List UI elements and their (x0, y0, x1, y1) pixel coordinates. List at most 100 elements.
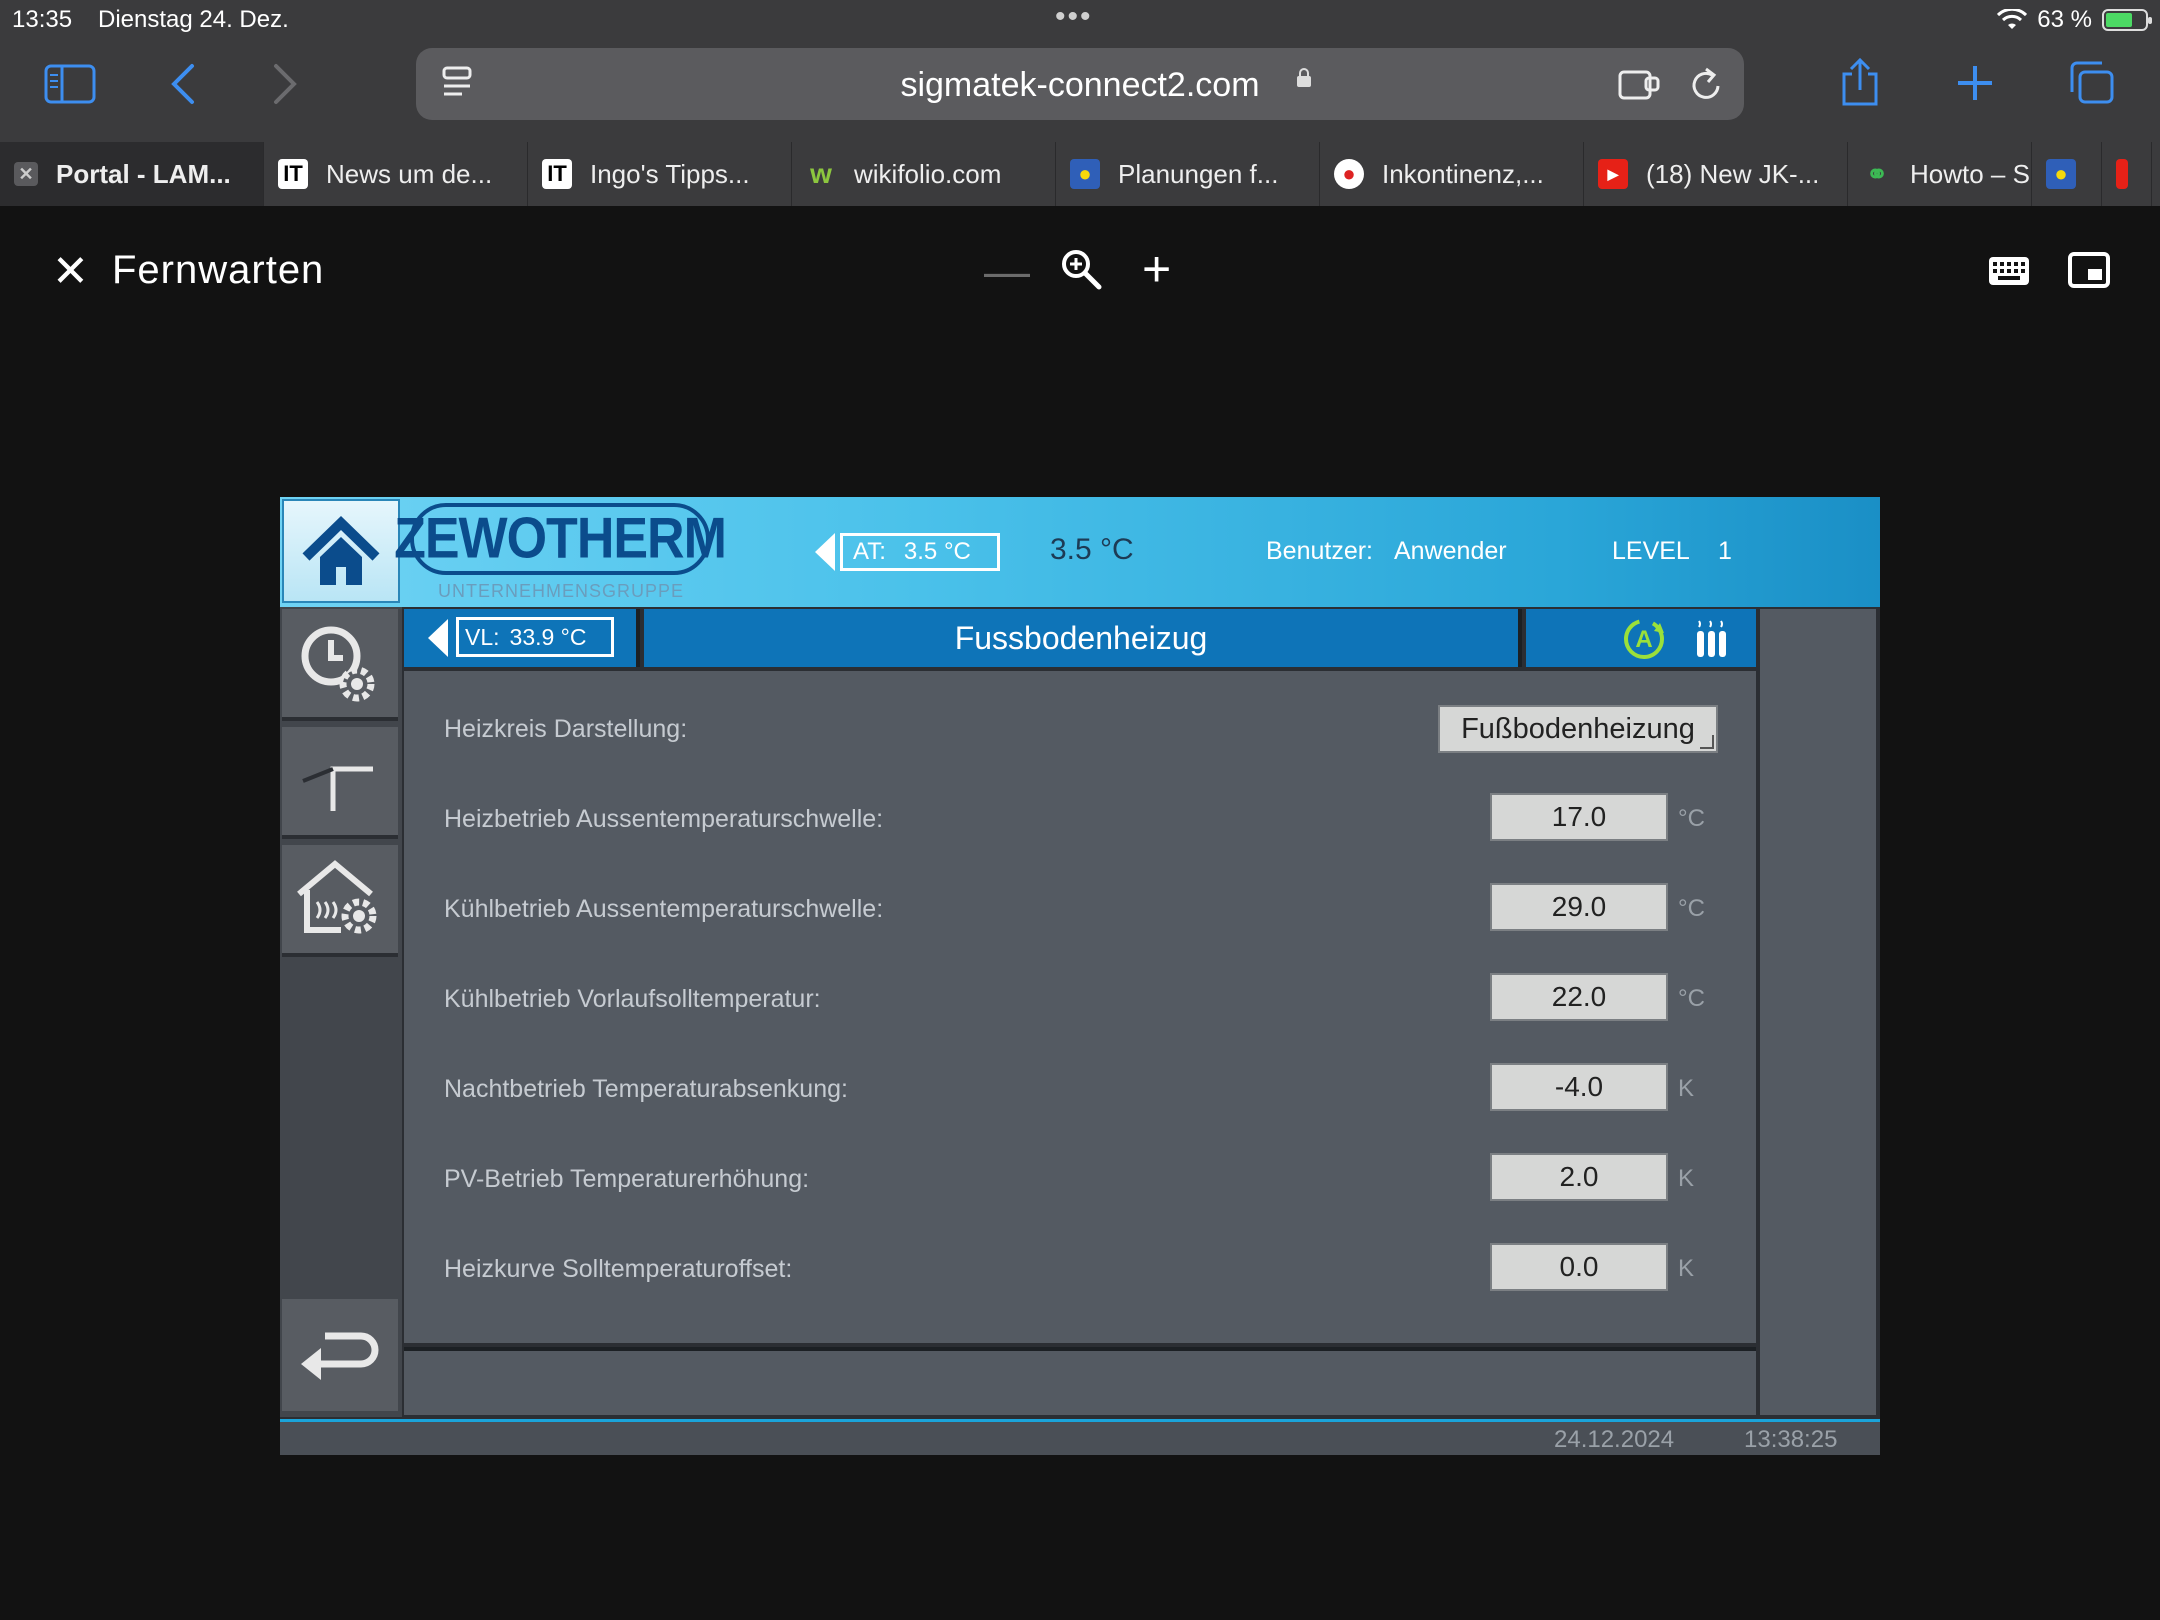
at-label: AT: (853, 538, 886, 565)
tab-ingos-tipps[interactable]: IT Ingo's Tipps... (528, 142, 792, 206)
setting-value-input[interactable]: 17.0 (1490, 793, 1668, 841)
status-bar: 13:35 Dienstag 24. Dez. ••• 63 % (0, 0, 2160, 40)
tab-label: Planungen f... (1118, 158, 1279, 189)
setting-value-input[interactable]: 22.0 (1490, 973, 1668, 1021)
youtube-favicon-icon (2116, 159, 2128, 189)
new-tab-icon[interactable] (1956, 64, 1994, 102)
tab-more-1[interactable]: ● (2032, 142, 2102, 206)
vl-arrow-icon (428, 619, 448, 657)
clock-gear-icon (301, 626, 375, 702)
at-value: 3.5 °C (903, 538, 971, 565)
level-label: LEVEL (1612, 537, 1690, 565)
setting-value-input[interactable]: 29.0 (1490, 883, 1668, 931)
setting-unit: °C (1678, 985, 1705, 1012)
outside-temp-value: 3.5 °C (1050, 533, 1134, 566)
tab-portal[interactable]: ✕ Portal - LAM... (0, 142, 264, 206)
setting-value-input[interactable]: 0.0 (1490, 1243, 1668, 1291)
back-button[interactable] (282, 1299, 398, 1411)
tab-label: Ingo's Tipps... (590, 158, 750, 189)
setting-unit: °C (1678, 895, 1705, 922)
tab-wikifolio[interactable]: w wikifolio.com (792, 142, 1056, 206)
heating-curve-icon (302, 766, 373, 811)
flow-temp-segment: VL: 33.9 °C (404, 609, 640, 667)
house-settings-button[interactable] (282, 845, 398, 957)
right-column (1760, 609, 1876, 1415)
home-icon (302, 516, 380, 585)
user-name[interactable]: Anwender (1394, 537, 1507, 566)
forward-icon[interactable] (272, 62, 300, 106)
heizkreis-value: Fußbodenheizung (1461, 712, 1695, 745)
level-value[interactable]: 1 (1718, 537, 1732, 566)
tab-label: Inkontinenz,... (1382, 158, 1544, 189)
close-icon[interactable]: ✕ (52, 246, 89, 297)
reload-icon[interactable] (1688, 66, 1724, 104)
tab-planungen[interactable]: ● Planungen f... (1056, 142, 1320, 206)
content-footer (404, 1347, 1756, 1415)
picture-in-picture-icon[interactable] (2068, 252, 2110, 288)
zoom-in-button[interactable]: + (1142, 240, 1171, 298)
wifi-icon (1997, 9, 2028, 29)
keyboard-icon[interactable] (1988, 256, 2030, 286)
vl-label: VL: (465, 623, 500, 650)
setting-label: Heizkurve Solltemperaturoffset: (444, 1255, 793, 1283)
user-label: Benutzer: (1266, 537, 1374, 565)
setting-value-input[interactable]: 2.0 (1490, 1153, 1668, 1201)
back-icon[interactable] (168, 62, 196, 106)
screen-title: Fussbodenheizug (644, 609, 1522, 667)
home-button[interactable] (282, 499, 400, 603)
tab-label: News um de... (326, 158, 493, 189)
heizkreis-select[interactable]: Fußbodenheizung (1438, 705, 1718, 753)
curve-button[interactable] (282, 727, 398, 839)
link-favicon-icon: ⚭ (1866, 158, 1888, 189)
battery-icon (2102, 9, 2152, 31)
auto-mode-icon[interactable]: A (1622, 617, 1666, 661)
url-text: sigmatek-connect2.com (900, 66, 1260, 104)
footer-time: 13:38:25 (1744, 1426, 1838, 1453)
vl-value: 33.9 °C (509, 623, 587, 650)
wikifolio-favicon-icon: w (810, 158, 832, 189)
status-time: 13:35 (12, 6, 73, 33)
status-right: 63 % (1997, 6, 2152, 34)
tab-youtube[interactable]: ▶ (18) New JK-... (1584, 142, 1848, 206)
hmi-panel: ZEWOTHERM UNTERNEHMENSGRUPPE AT: 3.5 °C … (280, 497, 1880, 1455)
setting-unit: K (1678, 1075, 1695, 1102)
tab-label: Howto – S (1910, 158, 2030, 189)
youtube-favicon-icon: ▶ (1598, 159, 1628, 189)
address-bar[interactable]: sigmatek-connect2.com (416, 48, 1744, 120)
heizkreis-label: Heizkreis Darstellung: (444, 715, 688, 743)
return-arrow-icon (301, 1332, 379, 1380)
radiator-icon (1697, 620, 1726, 657)
tab-label: (18) New JK-... (1646, 158, 1820, 189)
tab-bar: ✕ Portal - LAM... IT News um de... IT In… (0, 142, 2160, 206)
zewotherm-logo: ZEWOTHERM (394, 503, 727, 575)
multitasking-dots-icon[interactable]: ••• (1055, 0, 1093, 34)
flow-temp-display: VL: 33.9 °C (456, 617, 614, 657)
page-title: Fernwarten (112, 248, 325, 292)
chat-favicon-icon: ● (1334, 159, 1364, 189)
zoom-out-button[interactable]: — (984, 244, 1030, 298)
hmi-footer: 24.12.2024 13:38:25 (280, 1419, 1880, 1455)
zoom-icon[interactable] (1060, 248, 1102, 290)
tab-inkontinenz[interactable]: ● Inkontinenz,... (1320, 142, 1584, 206)
schedule-settings-button[interactable] (282, 609, 398, 721)
logo-subtitle: UNTERNEHMENSGRUPPE (438, 581, 685, 601)
it-favicon-icon: IT (542, 159, 572, 189)
hmi-sidebar (280, 607, 402, 1417)
extension-icon[interactable] (1618, 68, 1662, 102)
auto-mode-letter: A (1635, 626, 1652, 653)
tab-howto[interactable]: ⚭ Howto – S (1848, 142, 2032, 206)
tab-more-2[interactable] (2102, 142, 2152, 206)
tab-overview-icon[interactable] (2068, 60, 2116, 106)
tab-label: wikifolio.com (854, 158, 1002, 189)
share-icon[interactable] (1840, 58, 1880, 108)
tab-news[interactable]: IT News um de... (264, 142, 528, 206)
tab-close-icon[interactable]: ✕ (14, 162, 38, 186)
bulb-favicon-icon: ● (2046, 159, 2076, 189)
house-gear-icon (297, 860, 377, 934)
it-favicon-icon: IT (278, 159, 308, 189)
setting-value-input[interactable]: -4.0 (1490, 1063, 1668, 1111)
dropdown-corner-icon (1700, 735, 1714, 749)
setting-unit: K (1678, 1255, 1695, 1282)
settings-content: Heizkreis Darstellung: Fußbodenheizung H… (404, 671, 1756, 1343)
sidebar-toggle-icon[interactable] (44, 64, 96, 104)
